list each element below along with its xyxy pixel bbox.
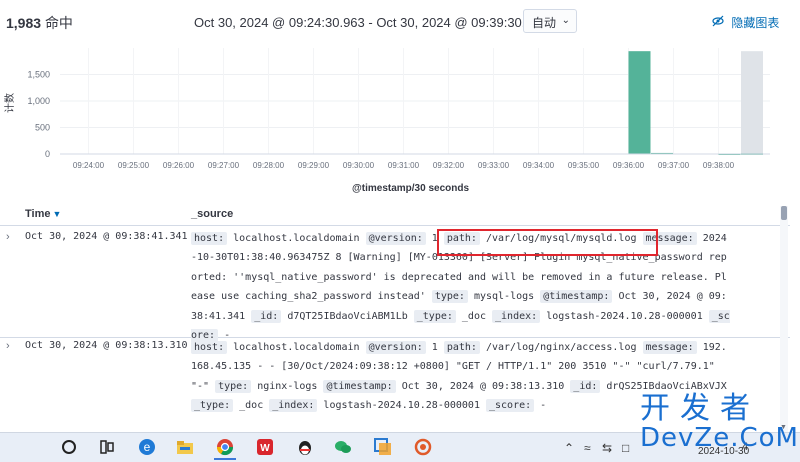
field-key: @version: [365, 232, 426, 245]
x-tick-label: 09:35:00 [568, 161, 600, 170]
watermark-logo: 开发者 DevZe.CoM [640, 393, 798, 459]
watermark-line1: 开发者 [640, 391, 760, 426]
wechat-icon[interactable] [332, 436, 354, 458]
y-tick-label: 0 [45, 149, 50, 159]
field-key: _type: [191, 399, 234, 413]
hide-chart-button[interactable]: 隐藏图表 [712, 14, 779, 31]
x-tick-label: 09:24:00 [73, 161, 105, 170]
field-key: @version: [365, 341, 426, 354]
time-column-header[interactable]: Time ▼ [25, 208, 61, 220]
field-key: host: [191, 232, 228, 245]
field-key: @timestamp: [540, 290, 613, 304]
qq-penguin-icon[interactable] [294, 436, 316, 458]
time-column-label: Time [25, 208, 51, 220]
sort-down-icon[interactable]: ▼ [52, 209, 61, 219]
field-value: Oct 30, 2024 @ 09:38:13.310 [395, 380, 571, 392]
field-value: d7QT25IBdaoVciABM1Lb [281, 310, 414, 322]
y-tick-label: 500 [35, 123, 50, 133]
highlight-annotation-box [437, 229, 658, 256]
x-tick-label: 09:32:00 [433, 161, 465, 170]
hits-number: 1,983 [6, 15, 42, 31]
field-value: /var/log/nginx/access.log [479, 342, 643, 353]
x-tick-label: 09:29:00 [298, 161, 330, 170]
y-tick-label: 1,500 [27, 70, 50, 80]
wifi-icon[interactable]: ≈ [584, 441, 591, 455]
field-value: _doc [455, 310, 493, 322]
field-key: path: [443, 341, 480, 354]
expand-row-icon[interactable]: › [6, 340, 10, 352]
chart-y-axis-title: 计数 [3, 93, 16, 113]
x-tick-label: 09:33:00 [478, 161, 510, 170]
x-tick-label: 09:34:00 [523, 161, 555, 170]
x-tick-label: 09:38:00 [703, 161, 735, 170]
field-key: _id: [570, 379, 601, 393]
field-value: nginx-logs [251, 380, 324, 392]
svg-text:W: W [260, 443, 270, 454]
x-tick-label: 09:30:00 [343, 161, 375, 170]
field-key: type: [431, 290, 468, 304]
x-tick-label: 09:25:00 [118, 161, 150, 170]
field-key: _id: [251, 309, 282, 323]
field-key: _index: [492, 309, 541, 323]
expand-row-icon[interactable]: › [6, 231, 10, 243]
hits-label: 命中 [44, 15, 73, 31]
x-tick-label: 09:28:00 [253, 161, 285, 170]
x-tick-label: 09:37:00 [658, 161, 690, 170]
edge-browser-icon[interactable]: e [136, 436, 158, 458]
histogram-chart: 计数 1,500 1,000 500 0 09:24:00 09:25:00 09:26:00… [3, 48, 770, 170]
field-key: _type: [413, 309, 456, 323]
x-tick-label: 09:26:00 [163, 161, 195, 170]
input-method-icon[interactable]: □ [622, 441, 629, 455]
remote-desktop-icon[interactable] [372, 436, 394, 458]
chart-highlight-bucket [741, 51, 763, 154]
chart-x-axis-title: @timestamp/30 seconds [352, 183, 470, 194]
table-header: Time ▼ _source [0, 203, 790, 226]
field-value: logstash-2024.10.28-000001 [317, 400, 486, 412]
field-key: message: [642, 341, 697, 354]
field-value: logstash-2024.10.28-000001 [540, 310, 709, 322]
chart-bar[interactable] [628, 51, 651, 154]
x-tick-label: 09:27:00 [208, 161, 240, 170]
scrollbar-thumb[interactable] [781, 206, 787, 220]
field-value: 1 [425, 342, 444, 353]
interval-select[interactable]: 自动 ⌄ [523, 9, 577, 33]
connection-icon[interactable]: ⇆ [602, 441, 612, 455]
chrome-icon[interactable] [214, 436, 236, 460]
svg-text:e: e [144, 440, 151, 454]
field-key: @timestamp: [323, 379, 396, 393]
hits-count: 1,983 命中 [6, 13, 73, 33]
interval-value: 自动 [532, 16, 557, 30]
field-key: _score: [485, 399, 535, 413]
field-key: _index: [269, 399, 318, 413]
source-column-header: _source [191, 208, 234, 220]
row-timestamp: Oct 30, 2024 @ 09:38:41.341 [25, 231, 188, 242]
y-tick-label: 1,000 [27, 96, 50, 106]
eye-closed-icon [712, 15, 724, 30]
wps-office-icon[interactable]: W [254, 436, 276, 458]
row-timestamp: Oct 30, 2024 @ 09:38:13.310 [25, 340, 188, 351]
x-tick-label: 09:36:00 [613, 161, 645, 170]
task-view-icon[interactable] [96, 436, 118, 458]
field-value: localhost.localdomain [227, 342, 366, 353]
field-value: _doc [233, 400, 270, 412]
field-value: mysql-logs [467, 291, 541, 303]
field-key: type: [215, 379, 252, 393]
app-swirl-icon[interactable] [412, 436, 434, 458]
x-tick-label: 09:31:00 [388, 161, 420, 170]
field-key: host: [191, 341, 228, 354]
hide-chart-label: 隐藏图表 [731, 16, 780, 30]
tray-chevron-up-icon[interactable]: ⌃ [564, 441, 574, 455]
field-value: - [534, 400, 547, 412]
field-value: localhost.localdomain [227, 233, 366, 244]
time-range: Oct 30, 2024 @ 09:24:30.963 - Oct 30, 20… [194, 15, 548, 30]
watermark-line2: DevZe.CoM [640, 423, 799, 453]
search-circle-icon[interactable] [58, 436, 80, 458]
file-explorer-icon[interactable] [174, 436, 196, 458]
chevron-down-icon: ⌄ [561, 15, 570, 26]
table-row: › Oct 30, 2024 @ 09:38:41.341 host: loca… [0, 229, 790, 343]
